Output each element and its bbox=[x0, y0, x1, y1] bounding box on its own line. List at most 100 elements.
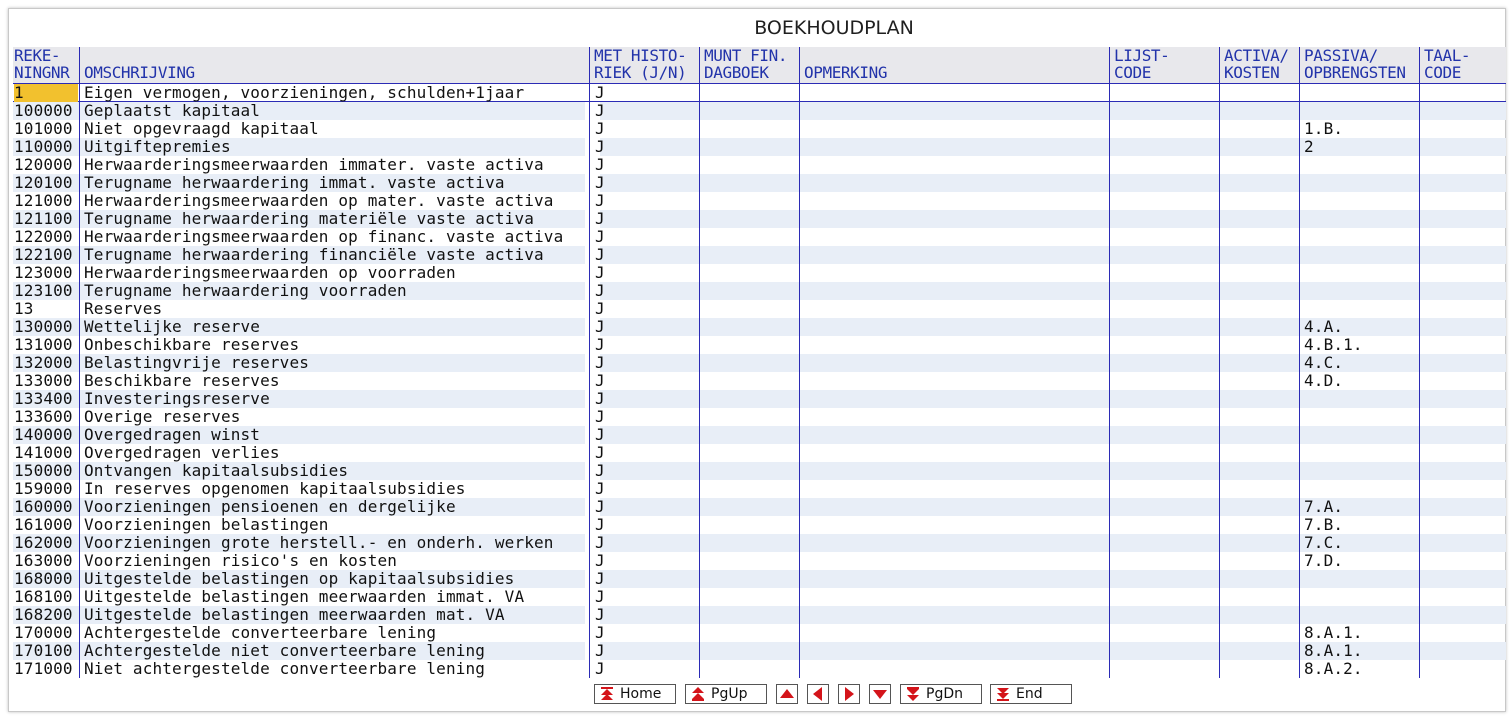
cell-omschrijving[interactable]: Overgedragen verlies bbox=[84, 444, 594, 462]
cell-rekeningnr[interactable]: 110000 bbox=[14, 138, 78, 156]
table-row[interactable]: 120100 Terugname herwaardering immat. vas… bbox=[13, 174, 1506, 192]
cell-rekeningnr[interactable]: 100000 bbox=[14, 102, 78, 120]
cell-rekeningnr[interactable]: 162000 bbox=[14, 534, 78, 552]
cell-met-historiek[interactable]: J bbox=[595, 642, 605, 660]
table-row[interactable]: 120000 Herwaarderingsmeerwaarden immater.… bbox=[13, 156, 1506, 174]
cell-omschrijving[interactable]: Geplaatst kapitaal bbox=[84, 102, 594, 120]
cell-omschrijving[interactable]: Investeringsreserve bbox=[84, 390, 594, 408]
table-row[interactable]: 131000 Onbeschikbare reserves J 4.B.1. bbox=[13, 336, 1506, 354]
cell-rekeningnr[interactable]: 123100 bbox=[14, 282, 78, 300]
table-row[interactable]: 168100 Uitgestelde belastingen meerwaarde… bbox=[13, 588, 1506, 606]
pgdn-button[interactable]: PgDn bbox=[900, 684, 982, 704]
scroll-left-button[interactable] bbox=[807, 684, 829, 704]
cell-passiva-opbrengsten[interactable]: 4.D. bbox=[1304, 372, 1343, 390]
cell-passiva-opbrengsten[interactable]: 7.A. bbox=[1304, 498, 1343, 516]
cell-rekeningnr[interactable]: 13 bbox=[14, 300, 78, 318]
cell-met-historiek[interactable]: J bbox=[595, 246, 605, 264]
header-rekeningnr[interactable]: REKE- NINGNR bbox=[14, 47, 70, 81]
cell-met-historiek[interactable]: J bbox=[595, 138, 605, 156]
cell-omschrijving[interactable]: Uitgestelde belastingen meerwaarden mat.… bbox=[84, 606, 594, 624]
cell-omschrijving[interactable]: Herwaarderingsmeerwaarden immater. vaste… bbox=[84, 156, 594, 174]
table-row[interactable]: 150000 Ontvangen kapitaalsubsidies J bbox=[13, 462, 1506, 480]
cell-met-historiek[interactable]: J bbox=[595, 354, 605, 372]
cell-rekeningnr[interactable]: 168200 bbox=[14, 606, 78, 624]
cell-omschrijving[interactable]: Niet achtergestelde converteerbare lenin… bbox=[84, 660, 594, 678]
cell-rekeningnr[interactable]: 133000 bbox=[14, 372, 78, 390]
table-row[interactable]: 130000 Wettelijke reserve J 4.A. bbox=[13, 318, 1506, 336]
table-row[interactable]: 122100 Terugname herwaardering financiële… bbox=[13, 246, 1506, 264]
cell-rekeningnr[interactable]: 159000 bbox=[14, 480, 78, 498]
cell-met-historiek[interactable]: J bbox=[595, 156, 605, 174]
cell-met-historiek[interactable]: J bbox=[595, 480, 605, 498]
cell-omschrijving[interactable]: Onbeschikbare reserves bbox=[84, 336, 594, 354]
cell-rekeningnr[interactable]: 170000 bbox=[14, 624, 78, 642]
cell-omschrijving[interactable]: Overige reserves bbox=[84, 408, 594, 426]
cell-omschrijving[interactable]: Herwaarderingsmeerwaarden op mater. vast… bbox=[84, 192, 594, 210]
cell-omschrijving[interactable]: Uitgiftepremies bbox=[84, 138, 594, 156]
end-button[interactable]: End bbox=[990, 684, 1072, 704]
cell-omschrijving[interactable]: Voorzieningen risico's en kosten bbox=[84, 552, 594, 570]
header-omschrijving[interactable]: OMSCHRIJVING bbox=[84, 47, 195, 81]
cell-met-historiek[interactable]: J bbox=[595, 336, 605, 354]
cell-met-historiek[interactable]: J bbox=[595, 120, 605, 138]
header-activa-kosten[interactable]: ACTIVA/ KOSTEN bbox=[1224, 47, 1289, 81]
cell-omschrijving[interactable]: Voorzieningen grote herstell.- en onderh… bbox=[84, 534, 594, 552]
table-row[interactable]: 133400 Investeringsreserve J bbox=[13, 390, 1506, 408]
cell-rekeningnr[interactable]: 150000 bbox=[14, 462, 78, 480]
cell-omschrijving[interactable]: Herwaarderingsmeerwaarden op voorraden bbox=[84, 264, 594, 282]
cell-omschrijving[interactable]: Uitgestelde belastingen meerwaarden imma… bbox=[84, 588, 594, 606]
cell-met-historiek[interactable]: J bbox=[595, 228, 605, 246]
header-passiva-opbrengsten[interactable]: PASSIVA/ OPBRENGSTEN bbox=[1304, 47, 1406, 81]
cell-rekeningnr[interactable]: 170100 bbox=[14, 642, 78, 660]
table-row[interactable]: 121100 Terugname herwaardering materiële … bbox=[13, 210, 1506, 228]
cell-omschrijving[interactable]: Terugname herwaardering voorraden bbox=[84, 282, 594, 300]
cell-met-historiek[interactable]: J bbox=[595, 192, 605, 210]
cell-met-historiek[interactable]: J bbox=[595, 318, 605, 336]
table-row[interactable]: 160000 Voorzieningen pensioenen en dergel… bbox=[13, 498, 1506, 516]
cell-met-historiek[interactable]: J bbox=[595, 390, 605, 408]
cell-met-historiek[interactable]: J bbox=[595, 606, 605, 624]
cell-passiva-opbrengsten[interactable]: 4.B.1. bbox=[1304, 336, 1363, 354]
cell-met-historiek[interactable]: J bbox=[595, 372, 605, 390]
table-row[interactable]: 163000 Voorzieningen risico's en kosten J 7… bbox=[13, 552, 1506, 570]
cell-passiva-opbrengsten[interactable]: 2 bbox=[1304, 138, 1314, 156]
cell-rekeningnr[interactable]: 121100 bbox=[14, 210, 78, 228]
cell-rekeningnr[interactable]: 140000 bbox=[14, 426, 78, 444]
cell-omschrijving[interactable]: Beschikbare reserves bbox=[84, 372, 594, 390]
cell-met-historiek[interactable]: J bbox=[595, 660, 605, 678]
header-opmerking[interactable]: OPMERKING bbox=[804, 47, 888, 81]
cell-rekeningnr[interactable]: 1 bbox=[14, 84, 78, 102]
cell-met-historiek[interactable]: J bbox=[595, 84, 605, 102]
cell-rekeningnr[interactable]: 122000 bbox=[14, 228, 78, 246]
cell-omschrijving[interactable]: In reserves opgenomen kapitaalsubsidies bbox=[84, 480, 594, 498]
cell-rekeningnr[interactable]: 161000 bbox=[14, 516, 78, 534]
cell-passiva-opbrengsten[interactable]: 1.B. bbox=[1304, 120, 1343, 138]
cell-met-historiek[interactable]: J bbox=[595, 588, 605, 606]
cell-passiva-opbrengsten[interactable]: 8.A.2. bbox=[1304, 660, 1363, 678]
table-row[interactable]: 140000 Overgedragen winst J bbox=[13, 426, 1506, 444]
table-row[interactable]: 110000 Uitgiftepremies J 2 bbox=[13, 138, 1506, 156]
cell-met-historiek[interactable]: J bbox=[595, 426, 605, 444]
cell-met-historiek[interactable]: J bbox=[595, 552, 605, 570]
table-row[interactable]: 123100 Terugname herwaardering voorraden J bbox=[13, 282, 1506, 300]
cell-omschrijving[interactable]: Terugname herwaardering materiële vaste … bbox=[84, 210, 594, 228]
cell-rekeningnr[interactable]: 163000 bbox=[14, 552, 78, 570]
home-button[interactable]: Home bbox=[594, 684, 676, 704]
table-row[interactable]: 168000 Uitgestelde belastingen op kapitaa… bbox=[13, 570, 1506, 588]
cell-omschrijving[interactable]: Terugname herwaardering immat. vaste act… bbox=[84, 174, 594, 192]
cell-rekeningnr[interactable]: 120000 bbox=[14, 156, 78, 174]
cell-passiva-opbrengsten[interactable]: 4.A. bbox=[1304, 318, 1343, 336]
table-row[interactable]: 133000 Beschikbare reserves J 4.D. bbox=[13, 372, 1506, 390]
cell-omschrijving[interactable]: Wettelijke reserve bbox=[84, 318, 594, 336]
cell-omschrijving[interactable]: Voorzieningen belastingen bbox=[84, 516, 594, 534]
header-taalcode[interactable]: TAAL- CODE bbox=[1424, 47, 1471, 81]
cell-met-historiek[interactable]: J bbox=[595, 462, 605, 480]
table-row[interactable]: 122000 Herwaarderingsmeerwaarden op finan… bbox=[13, 228, 1506, 246]
table-row[interactable]: 123000 Herwaarderingsmeerwaarden op voorr… bbox=[13, 264, 1506, 282]
cell-met-historiek[interactable]: J bbox=[595, 444, 605, 462]
scroll-down-button[interactable] bbox=[869, 684, 891, 704]
table-row[interactable]: 159000 In reserves opgenomen kapitaalsubs… bbox=[13, 480, 1506, 498]
table-row[interactable]: 161000 Voorzieningen belastingen J 7.B. bbox=[13, 516, 1506, 534]
cell-omschrijving[interactable]: Overgedragen winst bbox=[84, 426, 594, 444]
cell-rekeningnr[interactable]: 133400 bbox=[14, 390, 78, 408]
